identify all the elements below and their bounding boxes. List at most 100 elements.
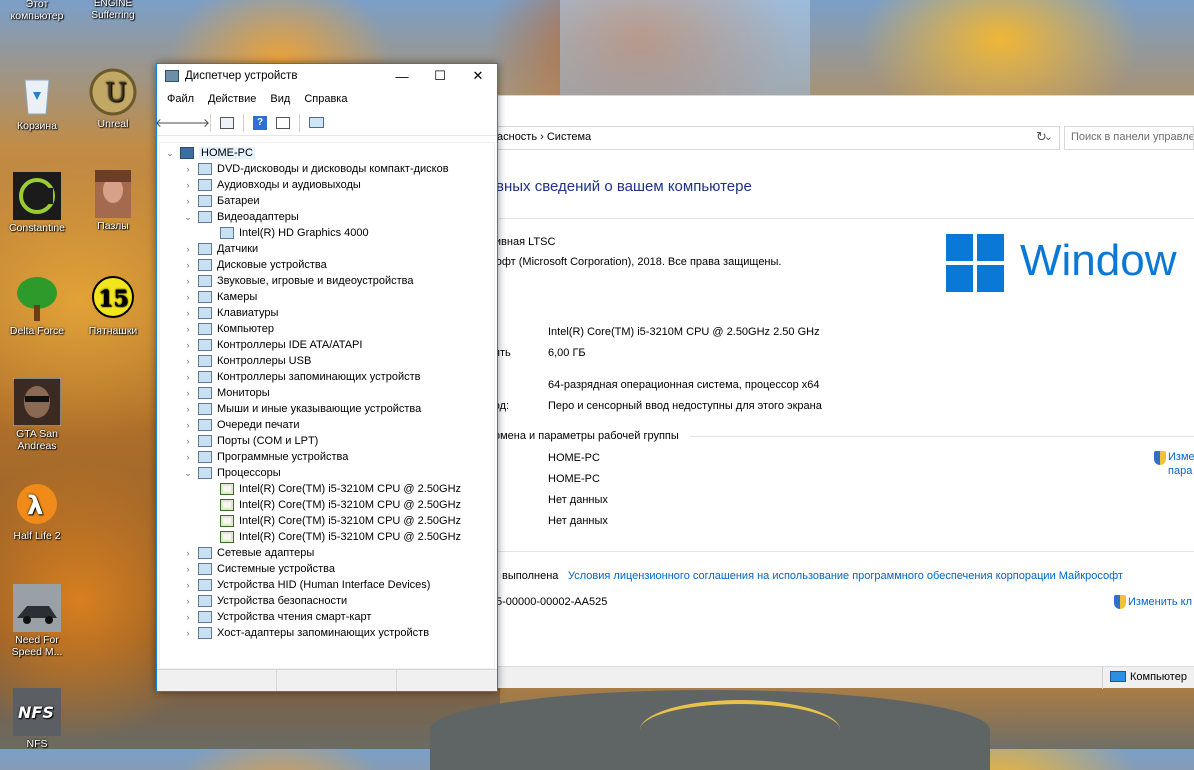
desktop-icon-engine[interactable]: ENGINE Sufferring [78, 0, 148, 22]
tree-category[interactable]: › Контроллеры USB [182, 353, 311, 369]
chevron-right-icon[interactable]: › [182, 388, 194, 398]
desktop-icon-label: Half Life 2 [13, 530, 61, 542]
tree-device[interactable]: Intel(R) Core(TM) i5-3210M CPU @ 2.50GHz [216, 481, 461, 497]
minimize-button[interactable]: — [383, 64, 421, 88]
show-hide-tree-icon[interactable] [217, 114, 237, 132]
tree-category[interactable]: ⌄ Процессоры [182, 465, 281, 481]
tree-category[interactable]: › Устройства чтения смарт-карт [182, 609, 371, 625]
tree-category[interactable]: › Контроллеры IDE ATA/ATAPI [182, 337, 362, 353]
tree-category[interactable]: ⌄ Видеоадаптеры [182, 209, 299, 225]
chevron-right-icon[interactable]: › [182, 548, 194, 558]
maximize-button[interactable]: ☐ [421, 64, 459, 88]
desktop-icon-half-life-2[interactable]: λ Half Life 2 [2, 480, 72, 542]
menu-help[interactable]: Справка [297, 93, 354, 105]
chevron-right-icon[interactable]: › [182, 612, 194, 622]
desktop-icon-delta-force[interactable]: Delta Force [2, 275, 72, 337]
chevron-right-icon[interactable]: › [182, 420, 194, 430]
change-settings-link-2[interactable]: пара [1168, 465, 1192, 477]
road-line [640, 700, 840, 760]
chevron-right-icon[interactable]: › [182, 164, 194, 174]
tree-category[interactable]: › Мониторы [182, 385, 270, 401]
tree-category[interactable]: › Порты (COM и LPT) [182, 433, 318, 449]
device-category-icon [198, 259, 212, 271]
tree-category[interactable]: › Компьютер [182, 321, 274, 337]
license-terms-link[interactable]: Условия лицензионного соглашения на испо… [568, 570, 1123, 582]
help-icon[interactable]: ? [250, 114, 270, 132]
chevron-right-icon[interactable]: › [182, 580, 194, 590]
desktop-icon-nfs-mw[interactable]: Need For Speed M... [2, 584, 72, 658]
device-tree[interactable]: ⌄ HOME-PC › DVD-дисководы и дисководы ком… [159, 142, 495, 669]
tree-category[interactable]: › Системные устройства [182, 561, 335, 577]
tree-device[interactable]: Intel(R) Core(TM) i5-3210M CPU @ 2.50GHz [216, 513, 461, 529]
tree-category-label: Программные устройства [217, 451, 349, 463]
chevron-right-icon[interactable]: › [182, 596, 194, 606]
menu-file[interactable]: Файл [160, 93, 201, 105]
desktop-icon-puzzles[interactable]: Пазлы [78, 170, 148, 232]
menu-action[interactable]: Действие [201, 93, 263, 105]
address-bar[interactable]: асность › Система ⌄ [470, 126, 1060, 150]
tree-category[interactable]: › Контроллеры запоминающих устройств [182, 369, 420, 385]
chevron-right-icon[interactable]: › [182, 452, 194, 462]
change-product-key-link[interactable]: Изменить кл [1128, 596, 1192, 608]
tree-category[interactable]: › Звуковые, игровые и видеоустройства [182, 273, 414, 289]
chevron-right-icon[interactable]: › [182, 564, 194, 574]
chevron-down-icon[interactable]: ⌄ [182, 468, 194, 479]
tree-category[interactable]: › Хост-адаптеры запоминающих устройств [182, 625, 429, 641]
device-category-icon [198, 563, 212, 575]
tree-category-label: Системные устройства [217, 563, 336, 575]
close-button[interactable]: ✕ [459, 64, 497, 88]
tree-category[interactable]: › Аудиовходы и аудиовыходы [182, 177, 361, 193]
desktop-icon-unreal[interactable]: U Unreal [78, 68, 148, 130]
desktop-icon-recycle-bin[interactable]: Корзина [2, 70, 72, 132]
chevron-right-icon[interactable]: › [182, 276, 194, 286]
chevron-right-icon[interactable]: › [182, 244, 194, 254]
chevron-right-icon[interactable]: › [182, 628, 194, 638]
scan-hardware-icon[interactable] [306, 114, 326, 132]
chevron-down-icon[interactable]: ⌄ [164, 148, 176, 159]
desktop-icon-nfs[interactable]: NFS NFS [2, 688, 72, 750]
tree-category[interactable]: › Очереди печати [182, 417, 300, 433]
change-settings-link[interactable]: Изме [1168, 451, 1194, 463]
chevron-right-icon[interactable]: › [182, 436, 194, 446]
chevron-right-icon[interactable]: › [182, 196, 194, 206]
tree-device-label: Intel(R) Core(TM) i5-3210M CPU @ 2.50GHz [239, 499, 462, 511]
tree-category[interactable]: › Устройства HID (Human Interface Devices… [182, 577, 430, 593]
chevron-right-icon[interactable]: › [182, 404, 194, 414]
device-category-icon [198, 275, 212, 287]
forward-arrow-icon[interactable]: 🡒 [178, 114, 210, 132]
desktop-icon-constantine[interactable]: Constantine [2, 172, 72, 234]
tree-category[interactable]: › DVD-дисководы и дисководы компакт-диско… [182, 161, 449, 177]
chevron-right-icon[interactable]: › [182, 340, 194, 350]
chevron-right-icon[interactable]: › [182, 324, 194, 334]
tree-device[interactable]: Intel(R) HD Graphics 4000 [216, 225, 369, 241]
menu-view[interactable]: Вид [263, 93, 297, 105]
chevron-right-icon[interactable]: › [182, 308, 194, 318]
tree-category[interactable]: › Сетевые адаптеры [182, 545, 314, 561]
chevron-right-icon[interactable]: › [182, 356, 194, 366]
chevron-right-icon[interactable]: › [182, 260, 194, 270]
chevron-right-icon[interactable]: › [182, 372, 194, 382]
tree-category[interactable]: › Устройства безопасности [182, 593, 347, 609]
tree-device[interactable]: Intel(R) Core(TM) i5-3210M CPU @ 2.50GHz [216, 497, 461, 513]
tree-category[interactable]: › Батареи [182, 193, 260, 209]
tree-category-label: Хост-адаптеры запоминающих устройств [217, 627, 430, 639]
tree-category[interactable]: › Мыши и иные указывающие устройства [182, 401, 421, 417]
device-manager-titlebar[interactable]: Диспетчер устройств — ☐ ✕ [157, 64, 497, 88]
desktop-icon-gta-sa[interactable]: GTA San Andreas [2, 377, 72, 452]
chevron-right-icon[interactable]: › [182, 292, 194, 302]
chevron-down-icon[interactable]: ⌄ [182, 212, 194, 223]
tree-root[interactable]: ⌄ HOME-PC [164, 145, 255, 161]
desktop-icon-this-pc[interactable]: Этот компьютер [2, 0, 72, 22]
refresh-icon[interactable]: ↻ [1036, 129, 1047, 145]
tree-category[interactable]: › Клавиатуры [182, 305, 278, 321]
tree-category[interactable]: › Камеры [182, 289, 257, 305]
chevron-right-icon[interactable]: › [182, 180, 194, 190]
desktop-icon-15-puzzle[interactable]: 15 Пятнашки [78, 275, 148, 337]
search-input[interactable]: Поиск в панели управле [1064, 126, 1194, 150]
tree-category[interactable]: › Программные устройства [182, 449, 348, 465]
tree-category[interactable]: › Дисковые устройства [182, 257, 327, 273]
tree-device[interactable]: Intel(R) Core(TM) i5-3210M CPU @ 2.50GHz [216, 529, 461, 545]
tree-category-label: Устройства HID (Human Interface Devices) [217, 579, 431, 591]
properties-icon[interactable] [273, 114, 293, 132]
tree-category[interactable]: › Датчики [182, 241, 258, 257]
